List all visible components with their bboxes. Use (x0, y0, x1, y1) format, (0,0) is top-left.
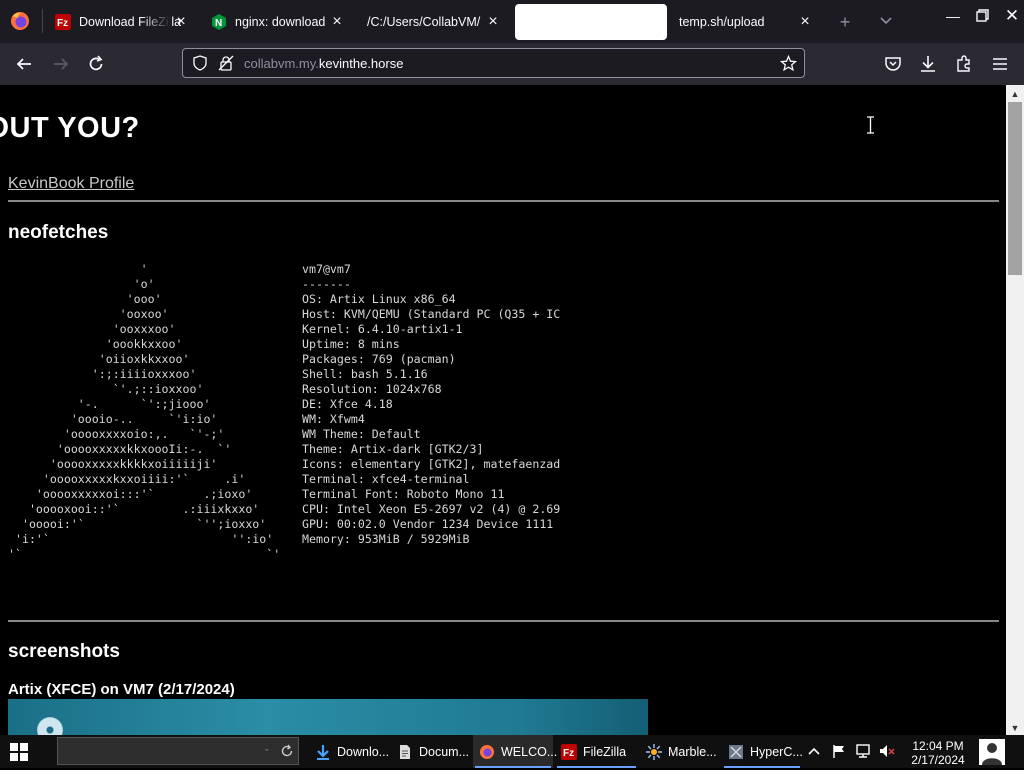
text-cursor-icon (867, 116, 874, 134)
navigation-toolbar: collabvm.my.kevinthe.horse (0, 43, 1024, 85)
pocket-icon[interactable] (883, 54, 903, 74)
downloads-icon[interactable] (918, 54, 938, 74)
neofetch-system-info: vm7@vm7 ------- OS: Artix Linux x86_64 H… (302, 262, 561, 546)
tab-label: /C:/Users/CollabVM/D (367, 15, 481, 29)
disc-icon (37, 717, 63, 735)
task-label: Downlo... (337, 744, 390, 759)
system-clock[interactable]: 12:04 PM 2/17/2024 (902, 739, 974, 767)
task-documents[interactable]: Docum... (391, 735, 471, 768)
tab-fade (141, 4, 171, 40)
close-tab-icon[interactable]: × (329, 14, 345, 30)
close-tab-icon[interactable]: × (173, 14, 189, 30)
task-label: FileZilla (583, 744, 627, 759)
back-arrow-icon[interactable] (14, 54, 34, 74)
clock-date: 2/17/2024 (911, 753, 965, 767)
action-center-flag-icon[interactable] (831, 743, 847, 759)
new-tab-icon[interactable]: + (835, 12, 855, 32)
tab-active[interactable] (515, 4, 667, 40)
screenshots-heading: screenshots (8, 641, 120, 662)
close-window-icon[interactable]: ✕ (1001, 4, 1023, 28)
divider (8, 620, 999, 622)
lock-icon[interactable] (218, 55, 234, 71)
chevron-down-icon: ⌄ (263, 743, 271, 753)
task-firefox-welcome[interactable]: WELCO... (473, 735, 557, 768)
browser-tab-strip: Fz Download FileZilla × N nginx: downloa… (0, 0, 1024, 43)
scroll-down-arrow-icon[interactable]: ▼ (1010, 723, 1020, 733)
marble-icon (646, 743, 662, 760)
forward-arrow-icon[interactable] (51, 54, 71, 74)
bookmark-star-icon[interactable] (780, 55, 797, 72)
reload-icon[interactable] (86, 54, 106, 74)
url-domain: kevinthe.horse (318, 56, 404, 71)
task-hyperc[interactable]: HyperC... (722, 735, 803, 768)
filezilla-icon: Fz (561, 743, 577, 760)
user-silhouette-icon (982, 743, 1002, 765)
task-label: WELCO... (501, 744, 558, 759)
hamburger-menu-icon[interactable] (990, 54, 1010, 74)
nginx-icon: N (212, 14, 226, 30)
taskbar-search-box[interactable]: ⌄ (57, 737, 299, 765)
volume-muted-icon[interactable] (878, 743, 896, 759)
scroll-up-arrow-icon[interactable]: ▲ (1010, 89, 1020, 99)
clock-time: 12:04 PM (912, 739, 964, 753)
task-filezilla[interactable]: Fz FileZilla (555, 735, 638, 768)
tab-local-file[interactable]: /C:/Users/CollabVM/D × (357, 4, 507, 40)
page-heading: BOUT YOU? (0, 112, 140, 144)
document-icon (400, 744, 410, 759)
firefox-icon (480, 744, 494, 759)
filezilla-icon: Fz (55, 14, 71, 30)
extensions-icon[interactable] (954, 54, 974, 74)
minimize-window-icon[interactable]: — (938, 4, 968, 28)
screenshot-image[interactable] (8, 699, 648, 735)
tab-download-filezilla[interactable]: Fz Download FileZilla × (45, 4, 195, 40)
restore-window-icon[interactable] (967, 4, 997, 28)
neofetches-heading: neofetches (8, 222, 109, 243)
close-tab-icon[interactable]: × (797, 14, 813, 30)
page-scrollbar[interactable]: ▲ ▼ (1006, 85, 1024, 735)
show-hidden-icons-chevron-icon[interactable] (806, 743, 822, 759)
task-downloads[interactable]: Downlo... (309, 735, 389, 768)
tab-divider (42, 9, 43, 33)
divider (8, 200, 999, 202)
list-all-tabs-icon[interactable] (876, 14, 896, 28)
refresh-icon[interactable] (280, 744, 294, 758)
svg-text:Fz: Fz (57, 18, 68, 29)
kevinbook-profile-link[interactable]: KevinBook Profile (8, 175, 134, 193)
tab-nginx-download[interactable]: N nginx: download × (201, 4, 351, 40)
hyperc-icon (729, 744, 743, 759)
download-arrow-icon (317, 744, 329, 760)
user-avatar[interactable] (979, 739, 1005, 765)
windows-start-icon[interactable] (10, 743, 28, 761)
svg-text:N: N (215, 18, 222, 29)
windows-taskbar: ⌄ Downlo... Docum... WELCO... Fz FileZil… (0, 735, 1024, 768)
scroll-thumb[interactable] (1008, 102, 1022, 275)
close-tab-icon[interactable]: × (485, 14, 501, 30)
screenshot-caption: Artix (XFCE) on VM7 (2/17/2024) (8, 681, 235, 698)
task-label: Marble... (668, 744, 717, 759)
web-page-content: BOUT YOU? KevinBook Profile neofetches '… (0, 85, 1006, 735)
task-label: HyperC... (750, 744, 803, 759)
url-subdomain: collabvm.my. (244, 56, 319, 71)
address-bar[interactable]: collabvm.my.kevinthe.horse (182, 48, 805, 78)
task-label: Docum... (419, 744, 470, 759)
network-icon[interactable] (855, 743, 873, 759)
task-marble[interactable]: Marble... (640, 735, 720, 768)
shield-icon[interactable] (192, 55, 208, 71)
url-text[interactable]: collabvm.my.kevinthe.horse (244, 56, 403, 71)
neofetch-ascii-logo: ' 'o' 'ooo' 'ooxoo' 'ooxxxoo' 'oookkxxoo… (8, 262, 281, 561)
tab-temp-sh-upload[interactable]: temp.sh/upload × (669, 4, 819, 40)
svg-text:Fz: Fz (563, 748, 574, 759)
firefox-menu-icon[interactable] (9, 10, 31, 32)
